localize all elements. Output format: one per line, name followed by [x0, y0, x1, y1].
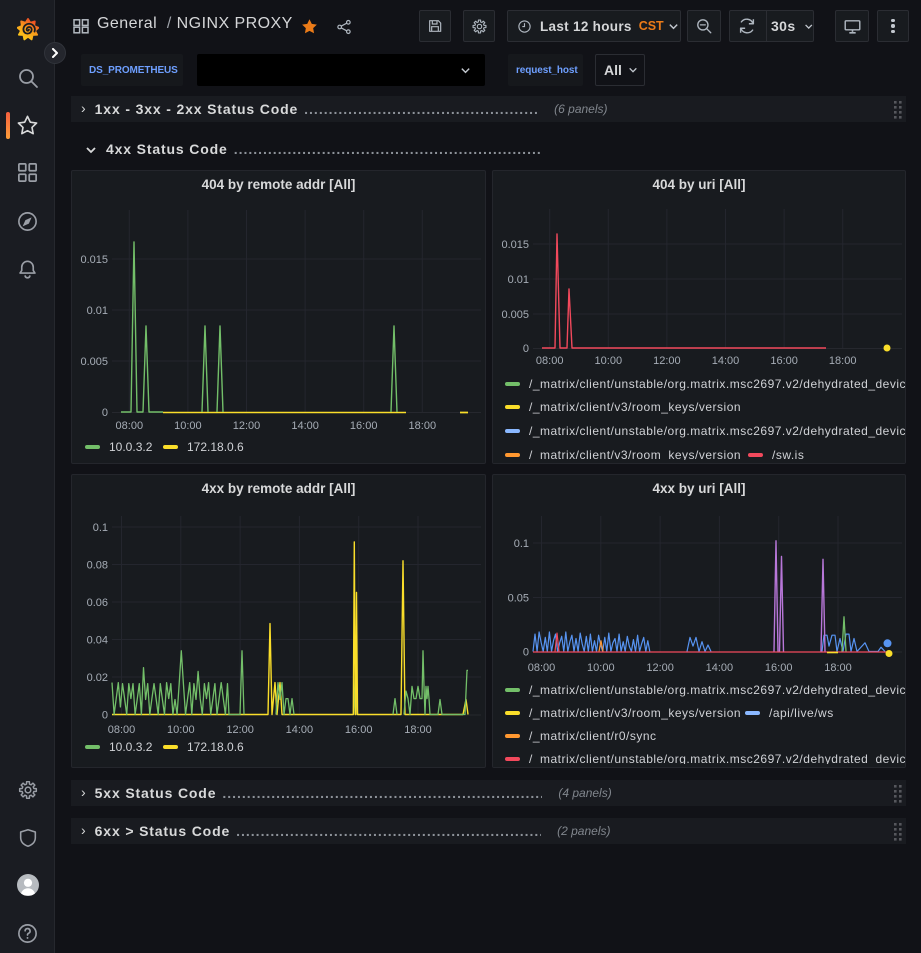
svg-text:08:00: 08:00	[528, 662, 556, 674]
svg-text:14:00: 14:00	[286, 724, 314, 736]
svg-text:10:00: 10:00	[595, 355, 623, 367]
svg-text:10.0.3.2: 10.0.3.2	[109, 440, 153, 454]
svg-text:16:00: 16:00	[765, 662, 793, 674]
svg-text:18:00: 18:00	[829, 355, 857, 367]
svg-text:18:00: 18:00	[824, 662, 852, 674]
svg-text:0.04: 0.04	[87, 635, 108, 647]
svg-text:0: 0	[523, 343, 529, 355]
svg-text:0.005: 0.005	[80, 356, 108, 368]
svg-text:/_matrix/client/v3/room_keys/v: /_matrix/client/v3/room_keys/version	[529, 400, 741, 414]
svg-text:18:00: 18:00	[409, 420, 437, 432]
svg-text:08:00: 08:00	[116, 420, 144, 432]
svg-text:/_matrix/client/unstable/org.m: /_matrix/client/unstable/org.matrix.msc2…	[529, 424, 906, 438]
svg-text:08:00: 08:00	[536, 355, 564, 367]
svg-text:10:00: 10:00	[167, 724, 195, 736]
svg-text:/sw.is: /sw.is	[772, 448, 804, 462]
svg-text:0.06: 0.06	[87, 597, 108, 609]
svg-text:0.02: 0.02	[87, 672, 108, 684]
svg-text:12:00: 12:00	[233, 420, 261, 432]
svg-text:0.015: 0.015	[80, 254, 108, 266]
svg-text:16:00: 16:00	[770, 355, 798, 367]
svg-text:16:00: 16:00	[345, 724, 373, 736]
svg-text:14:00: 14:00	[291, 420, 319, 432]
svg-text:0.015: 0.015	[501, 239, 529, 251]
svg-text:/_matrix/client/r0/sync: /_matrix/client/r0/sync	[529, 729, 657, 743]
svg-text:0.1: 0.1	[514, 538, 529, 550]
svg-text:0.05: 0.05	[508, 593, 529, 605]
svg-text:/_matrix/client/v3/room_keys/v: /_matrix/client/v3/room_keys/version	[529, 706, 741, 720]
svg-text:/_matrix/client/unstable/org.m: /_matrix/client/unstable/org.matrix.msc2…	[529, 377, 906, 391]
svg-text:12:00: 12:00	[226, 724, 254, 736]
svg-text:/_matrix/client/unstable/org.m: /_matrix/client/unstable/org.matrix.msc2…	[529, 683, 906, 697]
svg-text:14:00: 14:00	[706, 662, 734, 674]
svg-text:18:00: 18:00	[404, 724, 432, 736]
svg-text:0.005: 0.005	[501, 309, 529, 321]
svg-text:/_matrix/client/unstable/org.m: /_matrix/client/unstable/org.matrix.msc2…	[529, 752, 906, 766]
svg-text:16:00: 16:00	[350, 420, 378, 432]
svg-text:12:00: 12:00	[653, 355, 681, 367]
svg-text:14:00: 14:00	[712, 355, 740, 367]
svg-text:0.01: 0.01	[508, 274, 529, 286]
svg-text:12:00: 12:00	[646, 662, 674, 674]
svg-text:0: 0	[102, 407, 108, 419]
svg-text:0.1: 0.1	[93, 522, 108, 534]
svg-text:0.08: 0.08	[87, 560, 108, 572]
svg-text:0.01: 0.01	[87, 305, 108, 317]
svg-text:08:00: 08:00	[108, 724, 136, 736]
svg-text:/_matrix/client/v3/room_keys/v: /_matrix/client/v3/room_keys/version	[529, 448, 741, 462]
svg-text:10:00: 10:00	[174, 420, 202, 432]
svg-text:10.0.3.2: 10.0.3.2	[109, 740, 153, 754]
svg-text:10:00: 10:00	[587, 662, 615, 674]
svg-text:0: 0	[523, 647, 529, 659]
svg-text:172.18.0.6: 172.18.0.6	[187, 440, 244, 454]
svg-text:/api/live/ws: /api/live/ws	[769, 706, 834, 720]
svg-text:0: 0	[102, 710, 108, 722]
svg-text:172.18.0.6: 172.18.0.6	[187, 740, 244, 754]
